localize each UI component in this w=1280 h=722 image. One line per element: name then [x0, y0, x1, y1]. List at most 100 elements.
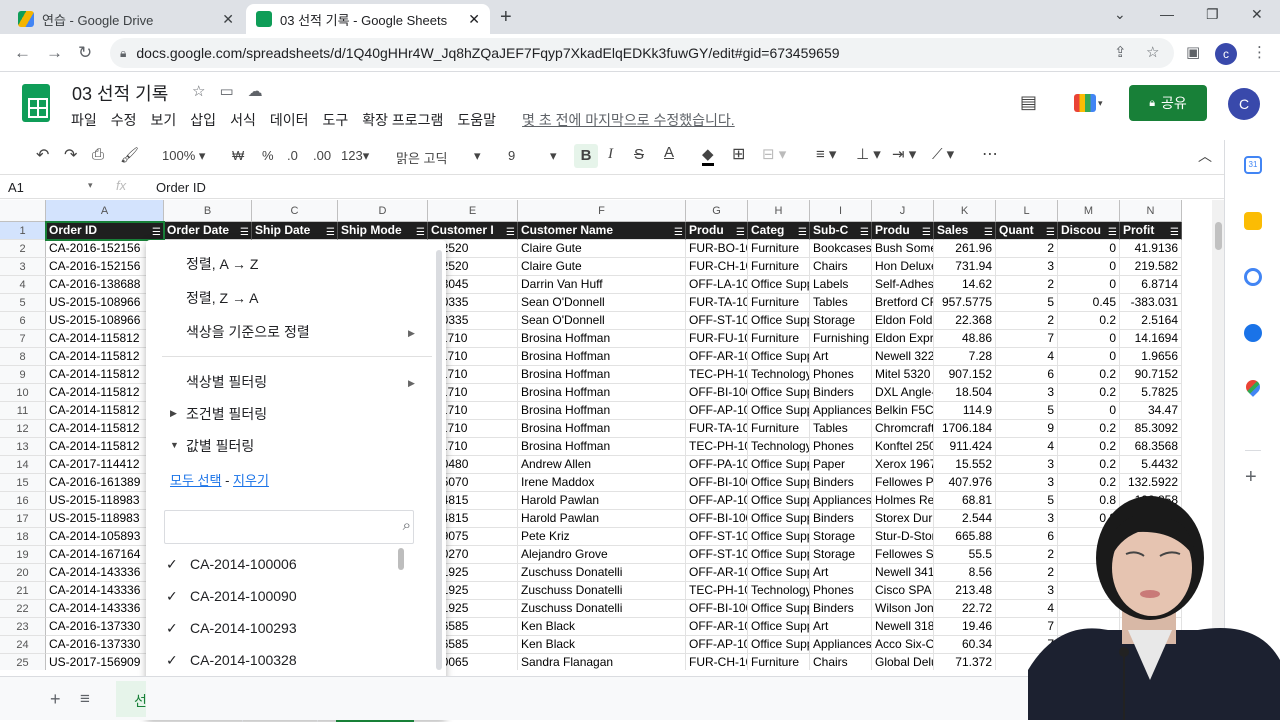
redo-icon[interactable]: ↷: [64, 145, 77, 165]
table-cell[interactable]: Konftel 250: [872, 438, 934, 456]
table-cell[interactable]: 219.582: [1120, 258, 1182, 276]
table-cell[interactable]: Tables: [810, 294, 872, 312]
close-tab-icon[interactable]: ✕: [222, 11, 234, 28]
share-page-icon[interactable]: ⇪: [1114, 43, 1127, 61]
row-header[interactable]: 12: [0, 420, 46, 438]
table-cell[interactable]: Furnishing: [810, 330, 872, 348]
comments-icon[interactable]: ▤: [1020, 92, 1037, 113]
row-header[interactable]: 5: [0, 294, 46, 312]
table-cell[interactable]: 60.34: [934, 636, 996, 654]
add-sheet-icon[interactable]: +: [50, 689, 61, 710]
table-cell[interactable]: OFF-AR-10: [686, 564, 748, 582]
table-cell[interactable]: Global Delu: [872, 654, 934, 670]
menu-scrollbar[interactable]: [436, 250, 442, 670]
table-cell[interactable]: FUR-CH-10: [686, 654, 748, 670]
table-cell[interactable]: 22.72: [934, 600, 996, 618]
menu-extensions[interactable]: 확장 프로그램: [362, 110, 443, 130]
table-cell[interactable]: Office Supp: [748, 510, 810, 528]
table-cell[interactable]: OFF-AR-10: [686, 618, 748, 636]
table-cell[interactable]: Art: [810, 618, 872, 636]
table-cell[interactable]: 6: [996, 366, 1058, 384]
all-sheets-icon[interactable]: ≡: [80, 689, 90, 709]
table-cell[interactable]: Sean O'Donnell: [518, 294, 686, 312]
table-cell[interactable]: 71.372: [934, 654, 996, 670]
row-header[interactable]: 3: [0, 258, 46, 276]
menu-tools[interactable]: 도구: [322, 110, 348, 130]
table-cell[interactable]: Office Supp: [748, 528, 810, 546]
table-cell[interactable]: 15.552: [934, 456, 996, 474]
row-header[interactable]: 15: [0, 474, 46, 492]
table-cell[interactable]: Ken Black: [518, 636, 686, 654]
name-box[interactable]: A1: [8, 180, 24, 195]
table-cell[interactable]: FUR-TA-10: [686, 294, 748, 312]
sort-a-to-z-item[interactable]: 정렬, A → Z: [186, 254, 258, 276]
table-cell[interactable]: Storage: [810, 528, 872, 546]
table-cell[interactable]: 34.47: [1120, 402, 1182, 420]
values-list-scrollbar[interactable]: [398, 548, 404, 570]
table-cell[interactable]: Office Supp: [748, 618, 810, 636]
table-cell[interactable]: OFF-AP-10: [686, 492, 748, 510]
filter-by-color-item[interactable]: 색상별 필터링: [186, 372, 267, 394]
table-cell[interactable]: OFF-LA-100: [686, 276, 748, 294]
filter-button-icon[interactable]: ☰: [240, 224, 249, 239]
vertical-align-icon[interactable]: ⊥ ▾: [856, 145, 881, 163]
column-header-h[interactable]: H: [748, 200, 810, 222]
menu-data[interactable]: 데이터: [270, 110, 309, 130]
table-cell[interactable]: Binders: [810, 510, 872, 528]
table-cell[interactable]: Fellowes S: [872, 546, 934, 564]
column-header-f[interactable]: F: [518, 200, 686, 222]
filter-button-icon[interactable]: ☰: [860, 224, 869, 239]
row-header[interactable]: 7: [0, 330, 46, 348]
table-cell[interactable]: 407.976: [934, 474, 996, 492]
table-cell[interactable]: Chromcraft: [872, 420, 934, 438]
table-cell[interactable]: Technology: [748, 438, 810, 456]
table-cell[interactable]: 68.81: [934, 492, 996, 510]
reload-icon[interactable]: ↻: [78, 43, 92, 63]
table-cell[interactable]: Office Supp: [748, 276, 810, 294]
column-header-b[interactable]: B: [164, 200, 252, 222]
cloud-status-icon[interactable]: ☁: [248, 82, 263, 100]
url-bar[interactable]: 🔒︎ docs.google.com/spreadsheets/d/1Q40gH…: [110, 38, 1174, 68]
table-cell[interactable]: 0.2: [1058, 366, 1120, 384]
table-cell[interactable]: 7: [996, 330, 1058, 348]
zoom-select[interactable]: 100% ▾: [162, 148, 205, 164]
table-cell[interactable]: 14.62: [934, 276, 996, 294]
table-cell[interactable]: 55.5: [934, 546, 996, 564]
table-cell[interactable]: TEC-PH-10: [686, 582, 748, 600]
table-cell[interactable]: 0: [1058, 258, 1120, 276]
filter-value-item[interactable]: ✓ CA-2014-100006: [166, 556, 297, 572]
text-rotation-icon[interactable]: ⟋ ▾: [932, 145, 954, 163]
header-cell[interactable]: Produ ☰: [872, 222, 934, 240]
column-header-k[interactable]: K: [934, 200, 996, 222]
table-cell[interactable]: OFF-ST-100: [686, 312, 748, 330]
table-cell[interactable]: Zuschuss Donatelli: [518, 582, 686, 600]
table-cell[interactable]: 14.1694: [1120, 330, 1182, 348]
row-header[interactable]: 8: [0, 348, 46, 366]
filter-search-input[interactable]: ⌕: [164, 510, 414, 544]
table-cell[interactable]: 1706.184: [934, 420, 996, 438]
table-cell[interactable]: OFF-ST-100: [686, 528, 748, 546]
filter-by-condition-item[interactable]: 조건별 필터링: [186, 404, 267, 426]
table-cell[interactable]: Brosina Hoffman: [518, 330, 686, 348]
column-header-m[interactable]: M: [1058, 200, 1120, 222]
row-header[interactable]: 23: [0, 618, 46, 636]
table-cell[interactable]: Sean O'Donnell: [518, 312, 686, 330]
maps-icon[interactable]: [1243, 377, 1263, 397]
table-cell[interactable]: Ken Black: [518, 618, 686, 636]
decrease-decimal-button[interactable]: .0: [287, 148, 298, 163]
row-header[interactable]: 9: [0, 366, 46, 384]
table-cell[interactable]: OFF-AR-10: [686, 348, 748, 366]
row-header[interactable]: 25: [0, 654, 46, 670]
browser-tab-drive[interactable]: 연습 - Google Drive ✕: [8, 4, 244, 34]
table-cell[interactable]: Stur-D-Stor: [872, 528, 934, 546]
row-header[interactable]: 16: [0, 492, 46, 510]
table-cell[interactable]: Tables: [810, 420, 872, 438]
table-cell[interactable]: Self-Adhes: [872, 276, 934, 294]
table-cell[interactable]: 68.3568: [1120, 438, 1182, 456]
table-cell[interactable]: Storage: [810, 546, 872, 564]
column-header-n[interactable]: N: [1120, 200, 1182, 222]
menu-edit[interactable]: 수정: [111, 110, 137, 130]
table-cell[interactable]: 2.544: [934, 510, 996, 528]
table-cell[interactable]: 41.9136: [1120, 240, 1182, 258]
merge-cells-icon[interactable]: ⊟ ▾: [762, 145, 786, 163]
